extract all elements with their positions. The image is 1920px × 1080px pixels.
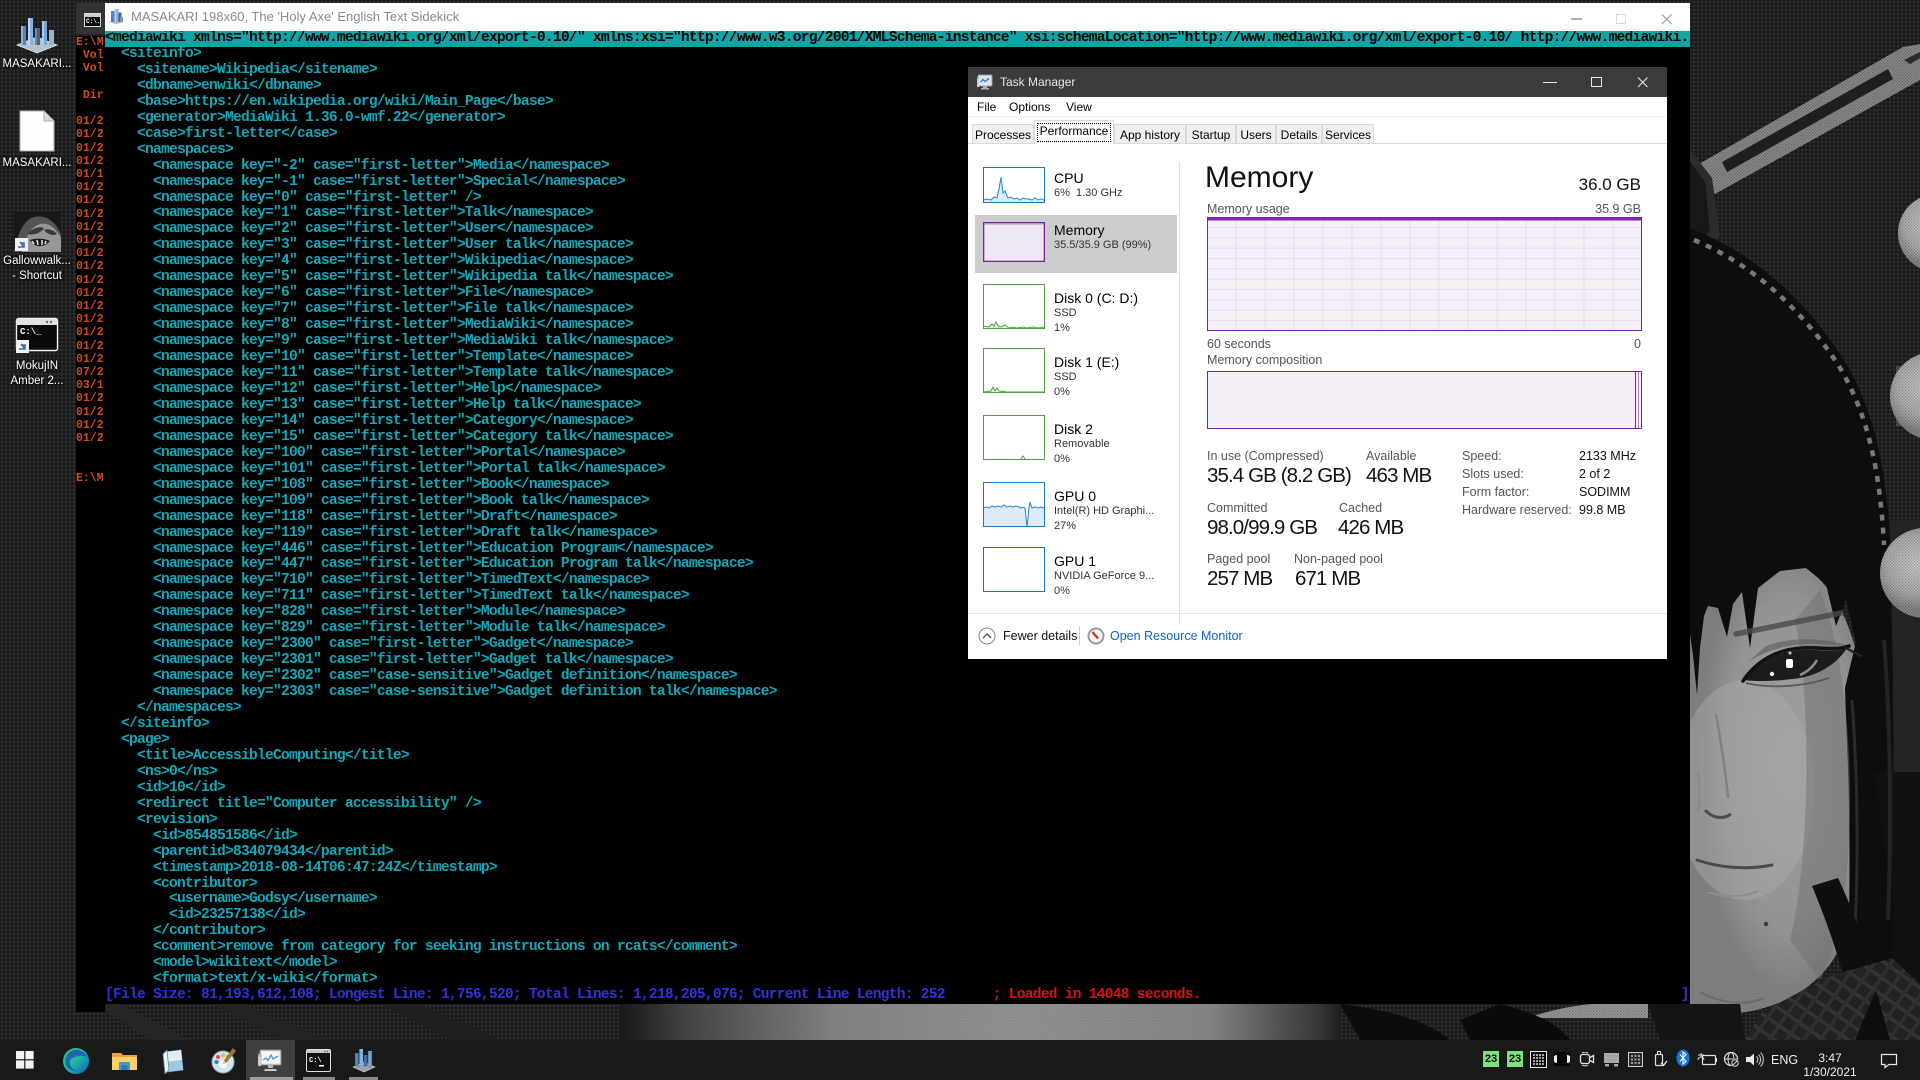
svg-text:C:\.: C:\.: [86, 18, 100, 25]
svg-text:C:\_: C:\_: [20, 327, 42, 337]
svg-text:C:\: C:\: [309, 1057, 322, 1065]
